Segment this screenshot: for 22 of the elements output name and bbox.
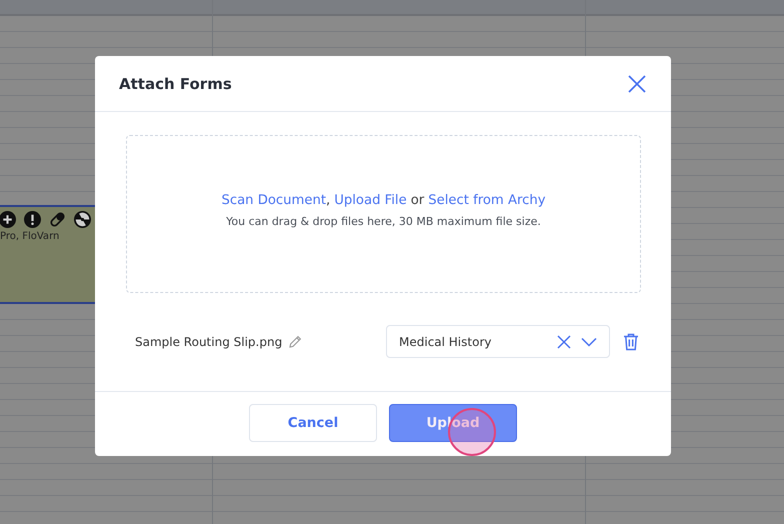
radiation-icon [74,211,91,228]
pill-icon [49,211,66,228]
category-select[interactable]: Medical History [386,325,610,358]
drop-hint: You can drag & drop files here, 30 MB maximum file size. [226,214,541,228]
delete-icon[interactable] [623,332,639,350]
separator-text: or [410,192,424,208]
clear-icon[interactable] [557,334,571,348]
close-button[interactable] [627,74,647,94]
cancel-button[interactable]: Cancel [249,404,377,442]
drop-zone[interactable]: Scan Document, Upload File or Select from Archy You can drag & drop files here, 30 MB maximum file size. [126,135,641,293]
select-from-archive-link[interactable]: Select from Archy [428,192,546,208]
plus-icon [0,211,16,228]
upload-file-link[interactable]: Upload File [334,192,407,208]
calendar-event[interactable]: Pro, FloVarn [0,205,95,304]
file-name: Sample Routing Slip.png [135,334,282,348]
chevron-down-icon[interactable] [581,336,597,346]
alert-icon [24,211,41,228]
dialog-title: Attach Forms [119,74,232,92]
separator-text: , [326,192,330,208]
scan-document-link[interactable]: Scan Document [221,192,326,208]
event-text: Pro, FloVarn [0,231,60,242]
pencil-icon[interactable] [288,334,302,348]
